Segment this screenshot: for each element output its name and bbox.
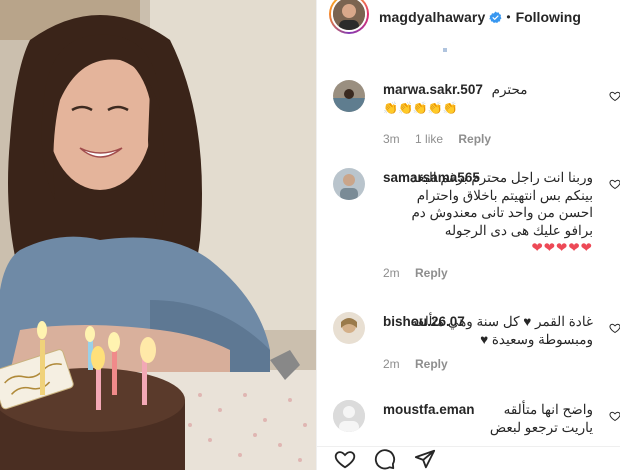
comment-bubble-icon[interactable] (373, 448, 397, 470)
comment-like-icon[interactable] (609, 410, 620, 422)
comment-like-icon[interactable] (609, 90, 620, 102)
comment-text: غادة القمر ♥ كل سنة وهي متألقة ومبسوطة و… (410, 314, 594, 347)
comment-username[interactable]: marwa.sakr.507 (383, 82, 483, 97)
comment-text: وربنا انت راجل محترم برغم البعد بينكم بس… (411, 170, 593, 238)
heart-outline-icon[interactable] (333, 448, 357, 470)
comment-body: samarsama565 وربنا انت راجل محترم برغم ا… (383, 169, 593, 282)
comment-username[interactable]: moustfa.eman (383, 401, 475, 419)
comment-meta: 2m Reply (383, 265, 593, 283)
header-separator: • (506, 10, 511, 24)
comment-likes[interactable]: 1 like (415, 132, 443, 146)
clap-emoji-row: 👏👏👏👏👏 (383, 100, 458, 115)
comment-text-continued: ياريت ترجعو لبعض (489, 419, 593, 435)
caption-scroll-remnant (443, 48, 447, 52)
reply-button[interactable]: Reply (458, 132, 491, 146)
comment-meta: 2m Reply (383, 356, 593, 374)
comment-body: marwa.sakr.507 محترم 👏👏👏👏👏 3m 1 like Rep… (383, 81, 593, 149)
author-avatar-image (333, 0, 365, 30)
post-side-panel: magdyalhawary • Following marwa.sakr.507… (316, 0, 620, 470)
author-avatar[interactable] (329, 0, 369, 34)
commenter-avatar[interactable] (333, 80, 365, 112)
comment-time: 2m (383, 265, 400, 280)
comment-time: 3m (383, 132, 400, 146)
verified-badge-icon (489, 11, 502, 24)
post-action-bar (317, 446, 620, 470)
commenter-avatar[interactable] (333, 400, 365, 432)
reply-button[interactable]: Reply (415, 357, 448, 371)
post-photo (0, 0, 316, 470)
reply-button[interactable]: Reply (415, 266, 448, 280)
comment-like-icon[interactable] (609, 322, 620, 334)
birthday-photo-illustration (0, 0, 316, 470)
author-username[interactable]: magdyalhawary (379, 9, 485, 25)
comment-like-icon[interactable] (609, 178, 620, 190)
comment-meta: 3m 1 like Reply (383, 131, 593, 149)
post-header: magdyalhawary • Following (317, 0, 620, 34)
comment-body: bishou.26.07 غادة القمر ♥ كل سنة وهي متأ… (383, 313, 593, 374)
commenter-avatar[interactable] (333, 312, 365, 344)
comment-time: 2m (383, 357, 400, 371)
paper-plane-icon[interactable] (413, 448, 437, 470)
comment-text: محترم (491, 82, 528, 97)
comment-body: moustfa.eman واضح انها متألقه ياريت ترجع… (383, 401, 593, 436)
heart-emoji-row: ❤❤❤❤❤ (531, 240, 593, 255)
following-button[interactable]: Following (516, 9, 581, 25)
commenter-avatar[interactable] (333, 168, 365, 200)
